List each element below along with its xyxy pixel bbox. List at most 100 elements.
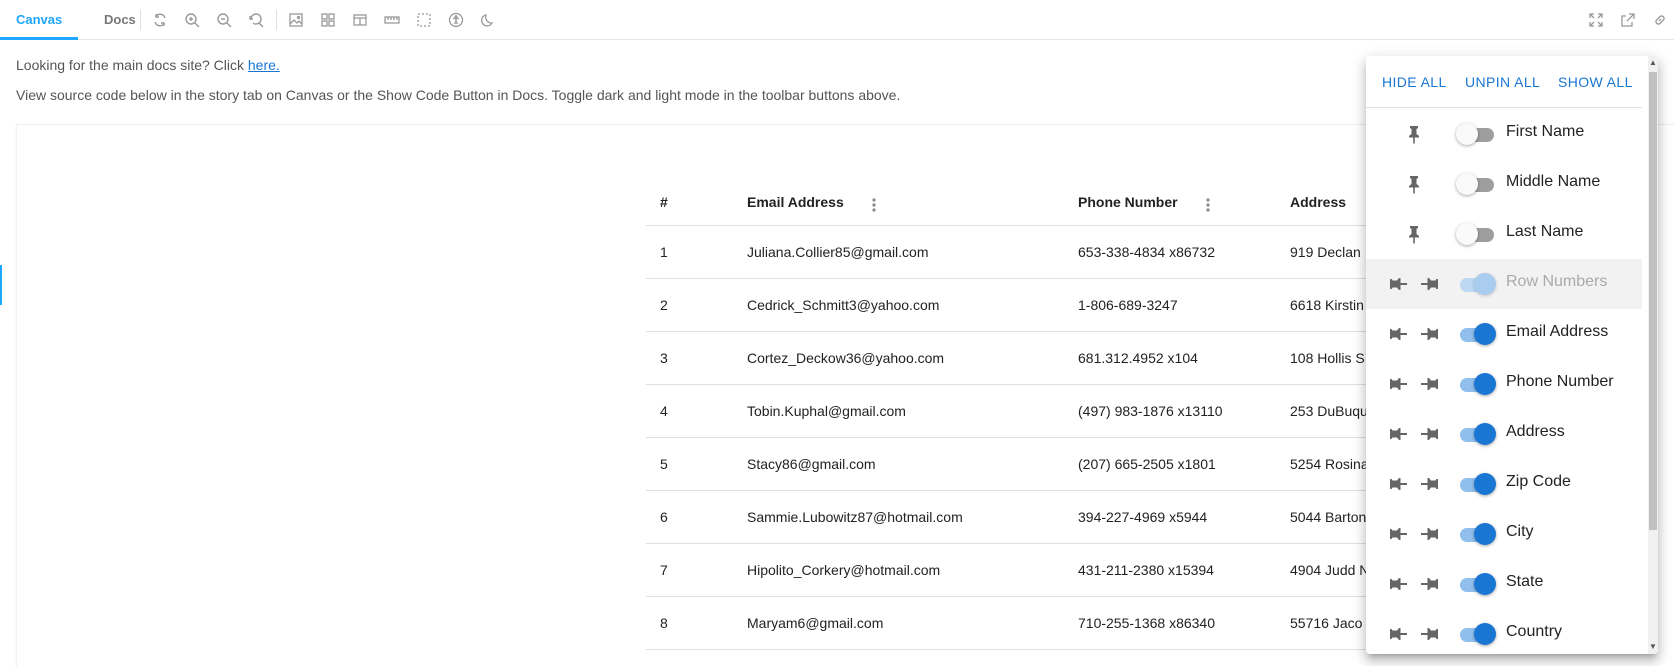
viewport-icon[interactable] bbox=[352, 12, 368, 28]
cell-email: Cortez_Deckow36@yahoo.com bbox=[747, 350, 945, 366]
zoom-out-icon[interactable] bbox=[216, 12, 232, 28]
measure-icon[interactable] bbox=[384, 12, 400, 28]
pin-left-icon[interactable] bbox=[1387, 423, 1409, 445]
fullscreen-icon[interactable] bbox=[1588, 12, 1604, 28]
column-label: State bbox=[1506, 573, 1544, 590]
visibility-toggle[interactable] bbox=[1456, 222, 1496, 246]
pin-left-icon[interactable] bbox=[1387, 373, 1409, 395]
column-item-city[interactable]: City bbox=[1366, 509, 1642, 559]
visibility-toggle[interactable] bbox=[1456, 572, 1496, 596]
menu-scrollbar[interactable]: ▲ ▼ bbox=[1648, 56, 1658, 654]
copy-link-icon[interactable] bbox=[1652, 12, 1668, 28]
zoom-in-icon[interactable] bbox=[184, 12, 200, 28]
visibility-toggle[interactable] bbox=[1456, 172, 1496, 196]
pin-right-icon[interactable] bbox=[1419, 273, 1441, 295]
scroll-down-icon[interactable]: ▼ bbox=[1649, 643, 1657, 651]
cell-row-number: 5 bbox=[660, 456, 668, 472]
background-icon[interactable] bbox=[288, 12, 304, 28]
header-phone-number[interactable]: Phone Number bbox=[1078, 186, 1178, 226]
pin-left-icon[interactable] bbox=[1387, 323, 1409, 345]
column-label: Middle Name bbox=[1506, 173, 1601, 190]
grid-icon[interactable] bbox=[320, 12, 336, 28]
pin-right-icon[interactable] bbox=[1419, 323, 1441, 345]
column-item-last-name[interactable]: Last Name bbox=[1366, 209, 1642, 259]
pin-right-icon[interactable] bbox=[1419, 523, 1441, 545]
header-email-address[interactable]: Email Address bbox=[747, 186, 844, 226]
column-label: Phone Number bbox=[1506, 373, 1614, 390]
visibility-toggle[interactable] bbox=[1456, 622, 1496, 646]
scroll-up-icon[interactable]: ▲ bbox=[1649, 59, 1657, 67]
column-label: Email Address bbox=[1506, 323, 1609, 340]
reload-icon[interactable] bbox=[152, 12, 168, 28]
show-all-button[interactable]: Show All bbox=[1558, 74, 1633, 90]
pin-left-icon[interactable] bbox=[1387, 623, 1409, 645]
pin-right-icon[interactable] bbox=[1419, 623, 1441, 645]
table-row[interactable]: 7 Hipolito_Corkery@hotmail.com 431-211-238… bbox=[646, 544, 1386, 597]
visibility-toggle[interactable] bbox=[1456, 472, 1496, 496]
visibility-toggle[interactable] bbox=[1456, 522, 1496, 546]
cell-row-number: 7 bbox=[660, 562, 668, 578]
toggle-thumb bbox=[1474, 373, 1496, 395]
cell-email: Maryam6@gmail.com bbox=[747, 615, 884, 631]
visibility-toggle[interactable] bbox=[1456, 322, 1496, 346]
pin-right-icon[interactable] bbox=[1419, 373, 1441, 395]
table-row[interactable]: 1 Juliana.Collier85@gmail.com 653-338-4834… bbox=[646, 226, 1386, 279]
outline-icon[interactable] bbox=[416, 12, 432, 28]
pin-right-icon[interactable] bbox=[1419, 573, 1441, 595]
pin-icon[interactable] bbox=[1403, 223, 1425, 245]
column-label: Address bbox=[1506, 423, 1565, 440]
table-row[interactable]: 2 Cedrick_Schmitt3@yahoo.com 1-806-689-324… bbox=[646, 279, 1386, 332]
table-row[interactable]: 4 Tobin.Kuphal@gmail.com (497) 983-1876 x1… bbox=[646, 385, 1386, 438]
table-row[interactable]: 6 Sammie.Lubowitz87@hotmail.com 394-227-49… bbox=[646, 491, 1386, 544]
scrollbar-thumb[interactable] bbox=[1649, 72, 1657, 530]
data-table: # Email Address Phone Number Address 1 Ju… bbox=[646, 186, 1386, 650]
table-row[interactable]: 5 Stacy86@gmail.com (207) 665-2505 x1801 52… bbox=[646, 438, 1386, 491]
column-item-phone-number[interactable]: Phone Number bbox=[1366, 359, 1642, 409]
tab-docs[interactable]: Docs bbox=[88, 0, 152, 40]
panel-indicator bbox=[0, 265, 2, 305]
pin-icon[interactable] bbox=[1403, 123, 1425, 145]
tab-canvas[interactable]: Canvas bbox=[0, 0, 79, 40]
cell-email: Cedrick_Schmitt3@yahoo.com bbox=[747, 297, 940, 313]
visibility-toggle[interactable] bbox=[1456, 122, 1496, 146]
pin-right-icon[interactable] bbox=[1419, 473, 1441, 495]
column-item-address[interactable]: Address bbox=[1366, 409, 1642, 459]
column-menu-icon[interactable] bbox=[1201, 196, 1215, 214]
visibility-toggle[interactable] bbox=[1456, 422, 1496, 446]
column-item-email-address[interactable]: Email Address bbox=[1366, 309, 1642, 359]
hide-all-button[interactable]: Hide All bbox=[1382, 74, 1447, 90]
pin-left-icon[interactable] bbox=[1387, 523, 1409, 545]
column-item-first-name[interactable]: First Name bbox=[1366, 109, 1642, 159]
unpin-all-button[interactable]: Unpin All bbox=[1465, 74, 1540, 90]
cell-email: Sammie.Lubowitz87@hotmail.com bbox=[747, 509, 963, 525]
pin-left-icon[interactable] bbox=[1387, 473, 1409, 495]
column-item-row-numbers[interactable]: Row Numbers bbox=[1366, 259, 1642, 309]
pin-left-icon[interactable] bbox=[1387, 273, 1409, 295]
header-row-number: # bbox=[660, 194, 668, 210]
toggle-thumb bbox=[1456, 173, 1478, 195]
table-row[interactable]: 8 Maryam6@gmail.com 710-255-1368 x86340 557… bbox=[646, 597, 1386, 650]
column-label: Row Numbers bbox=[1506, 273, 1608, 290]
cell-email: Stacy86@gmail.com bbox=[747, 456, 876, 472]
pin-icon[interactable] bbox=[1403, 173, 1425, 195]
zoom-reset-icon[interactable] bbox=[248, 12, 264, 28]
header-address[interactable]: Address bbox=[1290, 186, 1346, 226]
column-item-country[interactable]: Country bbox=[1366, 609, 1642, 654]
column-menu-icon[interactable] bbox=[867, 196, 881, 214]
toggle-thumb bbox=[1474, 573, 1496, 595]
cell-row-number: 8 bbox=[660, 615, 668, 631]
visibility-toggle[interactable] bbox=[1456, 372, 1496, 396]
toggle-thumb bbox=[1456, 223, 1478, 245]
docs-hint-text: Looking for the main docs site? Click bbox=[16, 57, 248, 73]
table-row[interactable]: 3 Cortez_Deckow36@yahoo.com 681.312.4952 x… bbox=[646, 332, 1386, 385]
pin-left-icon[interactable] bbox=[1387, 573, 1409, 595]
dark-mode-icon[interactable] bbox=[480, 12, 496, 28]
column-item-middle-name[interactable]: Middle Name bbox=[1366, 159, 1642, 209]
column-item-state[interactable]: State bbox=[1366, 559, 1642, 609]
table-header: # Email Address Phone Number Address bbox=[646, 186, 1386, 226]
accessibility-icon[interactable] bbox=[448, 12, 464, 28]
docs-link[interactable]: here. bbox=[248, 57, 280, 73]
open-new-tab-icon[interactable] bbox=[1620, 12, 1636, 28]
pin-right-icon[interactable] bbox=[1419, 423, 1441, 445]
column-item-zip-code[interactable]: Zip Code bbox=[1366, 459, 1642, 509]
